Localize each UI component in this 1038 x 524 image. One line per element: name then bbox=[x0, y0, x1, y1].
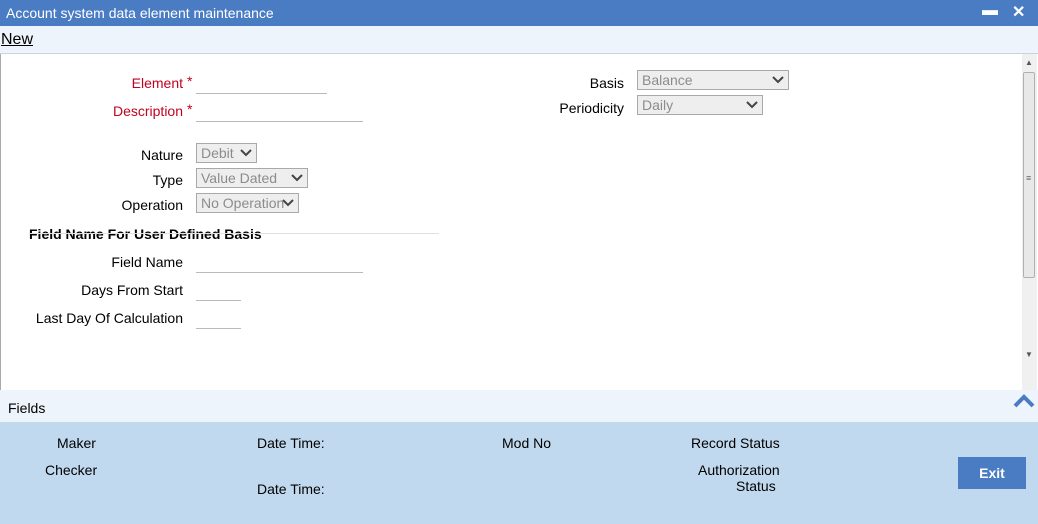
nature-select[interactable]: Debit bbox=[196, 143, 257, 163]
periodicity-label: Periodicity bbox=[559, 100, 624, 116]
section-divider bbox=[29, 233, 439, 234]
section-title: Field Name For User Defined Basis bbox=[29, 226, 262, 242]
checker-label: Checker bbox=[45, 462, 98, 478]
chevron-down-icon bbox=[240, 149, 252, 157]
periodicity-select[interactable]: Daily bbox=[637, 95, 763, 115]
days-from-start-label: Days From Start bbox=[81, 282, 183, 298]
minimize-icon[interactable]: ▬ bbox=[982, 2, 998, 20]
window-title: Account system data element maintenance bbox=[6, 5, 274, 21]
description-required-mark: * bbox=[187, 101, 193, 117]
element-label: Element bbox=[131, 75, 183, 91]
operation-label: Operation bbox=[121, 197, 183, 213]
menu-bar: New bbox=[0, 26, 1038, 54]
description-input[interactable] bbox=[196, 103, 363, 122]
last-day-label: Last Day Of Calculation bbox=[35, 310, 183, 326]
fields-label[interactable]: Fields bbox=[8, 400, 45, 416]
field-name-input[interactable] bbox=[196, 254, 363, 273]
checker-date-time-label: Date Time: bbox=[257, 481, 325, 497]
field-name-label: Field Name bbox=[111, 254, 183, 270]
type-value: Value Dated bbox=[201, 170, 278, 186]
type-select[interactable]: Value Dated bbox=[196, 168, 308, 188]
title-bar: Account system data element maintenance … bbox=[0, 0, 1038, 26]
chevron-up-icon[interactable] bbox=[1012, 392, 1036, 410]
authorization-status-label-line1: Authorization bbox=[698, 462, 780, 478]
exit-button[interactable]: Exit bbox=[958, 457, 1026, 489]
grip-icon: ≡ bbox=[1026, 173, 1032, 183]
audit-panel: Maker Checker Date Time: Date Time: Mod … bbox=[0, 422, 1038, 524]
operation-select[interactable]: No Operation bbox=[196, 193, 299, 213]
maker-date-time-label: Date Time: bbox=[257, 435, 325, 451]
basis-value: Balance bbox=[642, 72, 693, 88]
days-from-start-input[interactable] bbox=[196, 282, 241, 301]
type-label: Type bbox=[152, 172, 183, 188]
scroll-thumb[interactable]: ≡ bbox=[1023, 72, 1035, 278]
fields-bar: Fields bbox=[0, 390, 1038, 422]
basis-label: Basis bbox=[589, 75, 624, 91]
operation-value: No Operation bbox=[201, 195, 285, 211]
last-day-input[interactable] bbox=[196, 310, 241, 329]
scroll-up-icon[interactable]: ▲ bbox=[1025, 58, 1033, 67]
chevron-down-icon bbox=[291, 174, 303, 182]
close-icon[interactable]: ✕ bbox=[1012, 2, 1025, 22]
nature-label: Nature bbox=[140, 147, 183, 163]
element-input[interactable] bbox=[196, 75, 327, 94]
vertical-scrollbar[interactable]: ▲ ≡ ▼ bbox=[1022, 54, 1037, 390]
basis-select[interactable]: Balance bbox=[637, 70, 789, 90]
maker-label: Maker bbox=[57, 435, 96, 451]
chevron-down-icon bbox=[746, 101, 758, 109]
description-label: Description bbox=[112, 103, 183, 119]
chevron-down-icon bbox=[772, 76, 784, 84]
form-area: Element * Description * Nature Debit Typ… bbox=[0, 54, 1038, 390]
new-link[interactable]: New bbox=[1, 31, 33, 49]
mod-no-label: Mod No bbox=[502, 435, 552, 451]
record-status-label: Record Status bbox=[691, 435, 780, 451]
chevron-down-icon bbox=[282, 199, 294, 207]
authorization-status-label-line2: Status bbox=[736, 478, 776, 494]
scroll-down-icon[interactable]: ▼ bbox=[1025, 350, 1033, 359]
element-required-mark: * bbox=[187, 73, 193, 89]
periodicity-value: Daily bbox=[642, 97, 674, 113]
nature-value: Debit bbox=[201, 145, 234, 161]
